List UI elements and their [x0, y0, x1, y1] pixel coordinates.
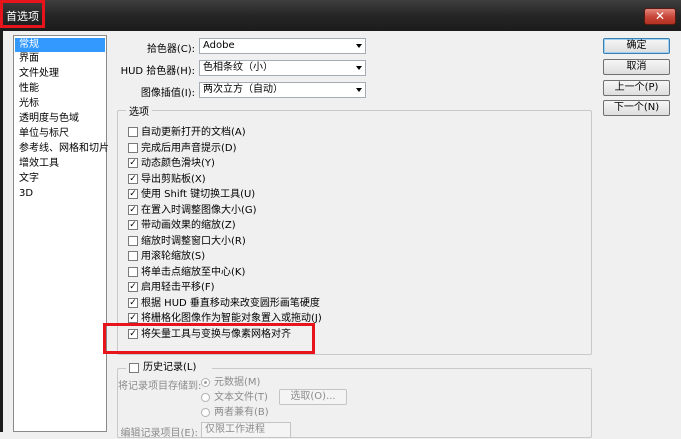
sidebar-item-cursors[interactable]: 光标 — [15, 97, 105, 111]
option-checkbox-label: 将单击点缩放至中心(K) — [141, 266, 246, 278]
option-checkbox[interactable]: ✓ — [128, 204, 138, 215]
option-checkbox[interactable]: ✓ — [128, 158, 138, 168]
edit-log-value: 仅限工作进程 — [205, 424, 265, 435]
option-checkbox-label: 在置入时调整图像大小(G) — [141, 204, 257, 216]
radio-button[interactable] — [201, 393, 210, 402]
hud-picker-value: 色相条纹（小） — [203, 62, 273, 73]
option-checkbox[interactable]: ✓ — [128, 313, 138, 323]
chevron-down-icon — [356, 44, 362, 48]
option-checkbox[interactable] — [128, 235, 138, 246]
chevron-down-icon — [356, 66, 362, 70]
option-checkbox-label: 自动更新打开的文档(A) — [141, 127, 246, 138]
ok-button[interactable]: 确定 — [603, 38, 670, 54]
option-checkbox[interactable] — [128, 142, 138, 153]
save-log-label: 将记录项目存储到: — [118, 381, 202, 392]
option-checkbox[interactable] — [128, 127, 138, 137]
option-checkbox-label: 用滚轮缩放(S) — [141, 251, 206, 262]
hud-picker-select[interactable]: 色相条纹（小） — [199, 60, 366, 76]
edit-log-select[interactable]: 仅限工作进程 — [201, 422, 291, 438]
sidebar-item-file-handling[interactable]: 文件处理 — [15, 67, 105, 81]
option-checkbox[interactable]: ✓ — [128, 220, 138, 230]
option-checkbox-label: 完成后用声音提示(D) — [141, 142, 237, 154]
radio-button[interactable] — [201, 378, 210, 387]
cancel-button[interactable]: 取消 — [603, 59, 670, 75]
radio-button[interactable] — [201, 408, 210, 417]
color-picker-value: Adobe — [203, 40, 235, 51]
history-legend: 历史记录(L) — [126, 361, 212, 375]
interpolation-label: 图像插值(I): — [140, 88, 195, 99]
title-bar: 首选项 ✕ — [0, 0, 681, 31]
option-checkbox[interactable]: ✓ — [128, 282, 138, 292]
title-highlight-box — [0, 0, 45, 28]
option-checkbox-label: 缩放时调整窗口大小(R) — [141, 235, 246, 247]
sidebar-item-interface[interactable]: 界面 — [15, 52, 105, 66]
radio-both-label: 两者兼有(B) — [214, 407, 269, 418]
option-checkbox[interactable] — [128, 251, 138, 261]
history-label[interactable]: 历史记录(L) — [143, 361, 196, 375]
color-picker-select[interactable]: Adobe — [199, 38, 366, 54]
sidebar-item-general[interactable]: 常规 — [15, 38, 105, 52]
sidebar-item-3d[interactable]: 3D — [15, 187, 105, 201]
color-picker-label: 拾色器(C): — [146, 44, 195, 55]
sidebar-item-units[interactable]: 单位与标尺 — [15, 127, 105, 141]
option-checkbox-label: 根据 HUD 垂直移动来改变圆形画笔硬度 — [141, 297, 320, 309]
sidebar-item-guides[interactable]: 参考线、网格和切片 — [15, 142, 109, 156]
interpolation-select[interactable]: 两次立方（自动） — [199, 82, 366, 98]
chevron-down-icon — [356, 88, 362, 92]
option-checkbox[interactable]: ✓ — [128, 297, 138, 308]
sidebar-item-transparency[interactable]: 透明度与色域 — [15, 112, 105, 126]
radio-text-file-label: 文本文件(T) — [214, 392, 268, 403]
hud-picker-label: HUD 拾色器(H): — [120, 66, 195, 77]
options-legend: 选项 — [126, 103, 152, 118]
category-list[interactable]: 常规 界面 文件处理 性能 光标 透明度与色域 单位与标尺 参考线、网格和切片 … — [13, 35, 109, 432]
next-button[interactable]: 下一个(N) — [603, 100, 670, 116]
option-checkbox[interactable] — [128, 266, 138, 277]
option-checkbox-label: 动态颜色滑块(Y) — [141, 158, 215, 169]
option-checkbox[interactable]: ✓ — [128, 189, 138, 199]
annotation-highlight-box — [103, 323, 315, 354]
sidebar-item-type[interactable]: 文字 — [15, 172, 105, 186]
history-checkbox[interactable] — [129, 363, 139, 373]
choose-file-button[interactable]: 选取(O)... — [279, 389, 347, 405]
option-checkbox-label: 导出剪贴板(X) — [141, 173, 206, 185]
radio-metadata-label: 元数据(M) — [214, 377, 261, 388]
sidebar-item-plugins[interactable]: 增效工具 — [15, 157, 105, 171]
close-button[interactable]: ✕ — [644, 8, 676, 25]
option-checkbox-label: 启用轻击平移(F) — [141, 282, 215, 293]
option-checkbox-label: 带动画效果的缩放(Z) — [141, 220, 236, 231]
option-checkbox-label: 使用 Shift 键切换工具(U) — [141, 189, 256, 200]
sidebar-item-performance[interactable]: 性能 — [15, 82, 105, 96]
interpolation-value: 两次立方（自动） — [203, 84, 283, 95]
previous-button[interactable]: 上一个(P) — [603, 80, 670, 96]
option-checkbox[interactable]: ✓ — [128, 173, 138, 184]
